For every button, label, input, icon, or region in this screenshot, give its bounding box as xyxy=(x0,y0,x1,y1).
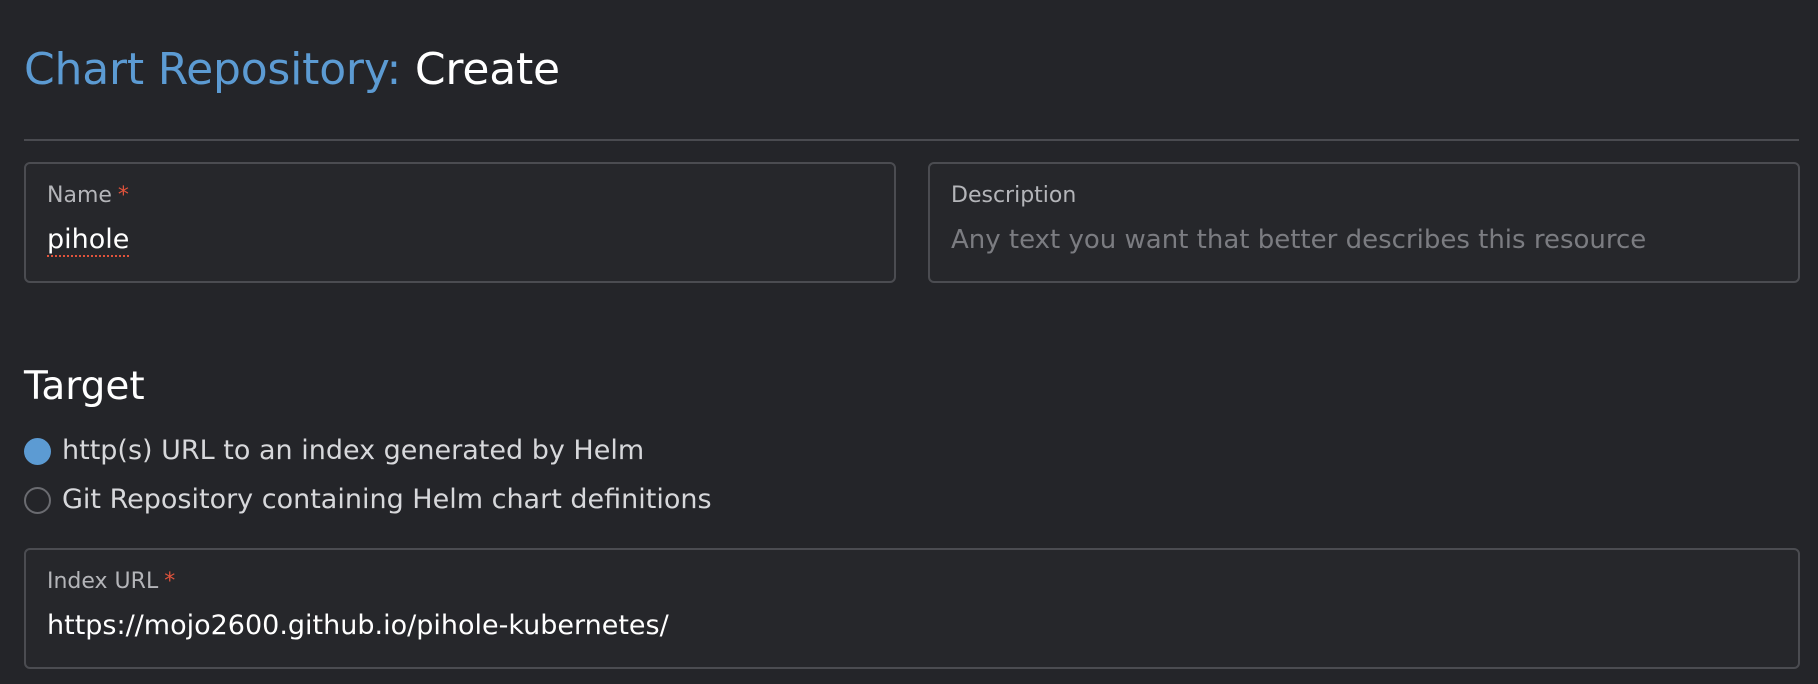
name-required-mark: * xyxy=(117,183,129,208)
index-url-input[interactable]: https://mojo2600.github.io/pihole-kubern… xyxy=(47,608,669,644)
target-heading: Target xyxy=(24,364,145,409)
page-title-action: Create xyxy=(414,44,560,95)
radio-selected-icon[interactable] xyxy=(24,437,51,465)
radio-unselected-icon[interactable] xyxy=(24,486,51,514)
title-divider xyxy=(24,139,1799,141)
description-label: Description xyxy=(951,183,1077,208)
page-title-prefix: Chart Repository: xyxy=(24,44,402,95)
index-url-required-mark: * xyxy=(164,569,176,594)
radio-option-helm-index-label[interactable]: http(s) URL to an index generated by Hel… xyxy=(62,434,644,468)
index-url-field[interactable]: Index URL * https://mojo2600.github.io/pi… xyxy=(24,548,1800,669)
name-label: Name * xyxy=(47,181,129,211)
radio-option-git-repository[interactable]: Git Repository containing Helm chart def… xyxy=(24,483,712,517)
description-input[interactable]: Any text you want that better describes … xyxy=(951,222,1646,258)
name-input[interactable]: pihole xyxy=(47,222,129,258)
index-url-label-text: Index URL xyxy=(47,569,159,594)
radio-option-helm-index[interactable]: http(s) URL to an index generated by Hel… xyxy=(24,434,644,468)
description-field[interactable]: Description Any text you want that bette… xyxy=(928,162,1800,283)
page-title: Chart Repository: Create xyxy=(24,42,560,98)
name-label-text: Name xyxy=(47,183,112,208)
index-url-label: Index URL * xyxy=(47,567,175,597)
chart-repository-create-page: Chart Repository: Create Name * pihole De… xyxy=(0,0,1818,684)
name-field[interactable]: Name * pihole xyxy=(24,162,896,283)
radio-option-git-repository-label[interactable]: Git Repository containing Helm chart def… xyxy=(62,483,712,517)
